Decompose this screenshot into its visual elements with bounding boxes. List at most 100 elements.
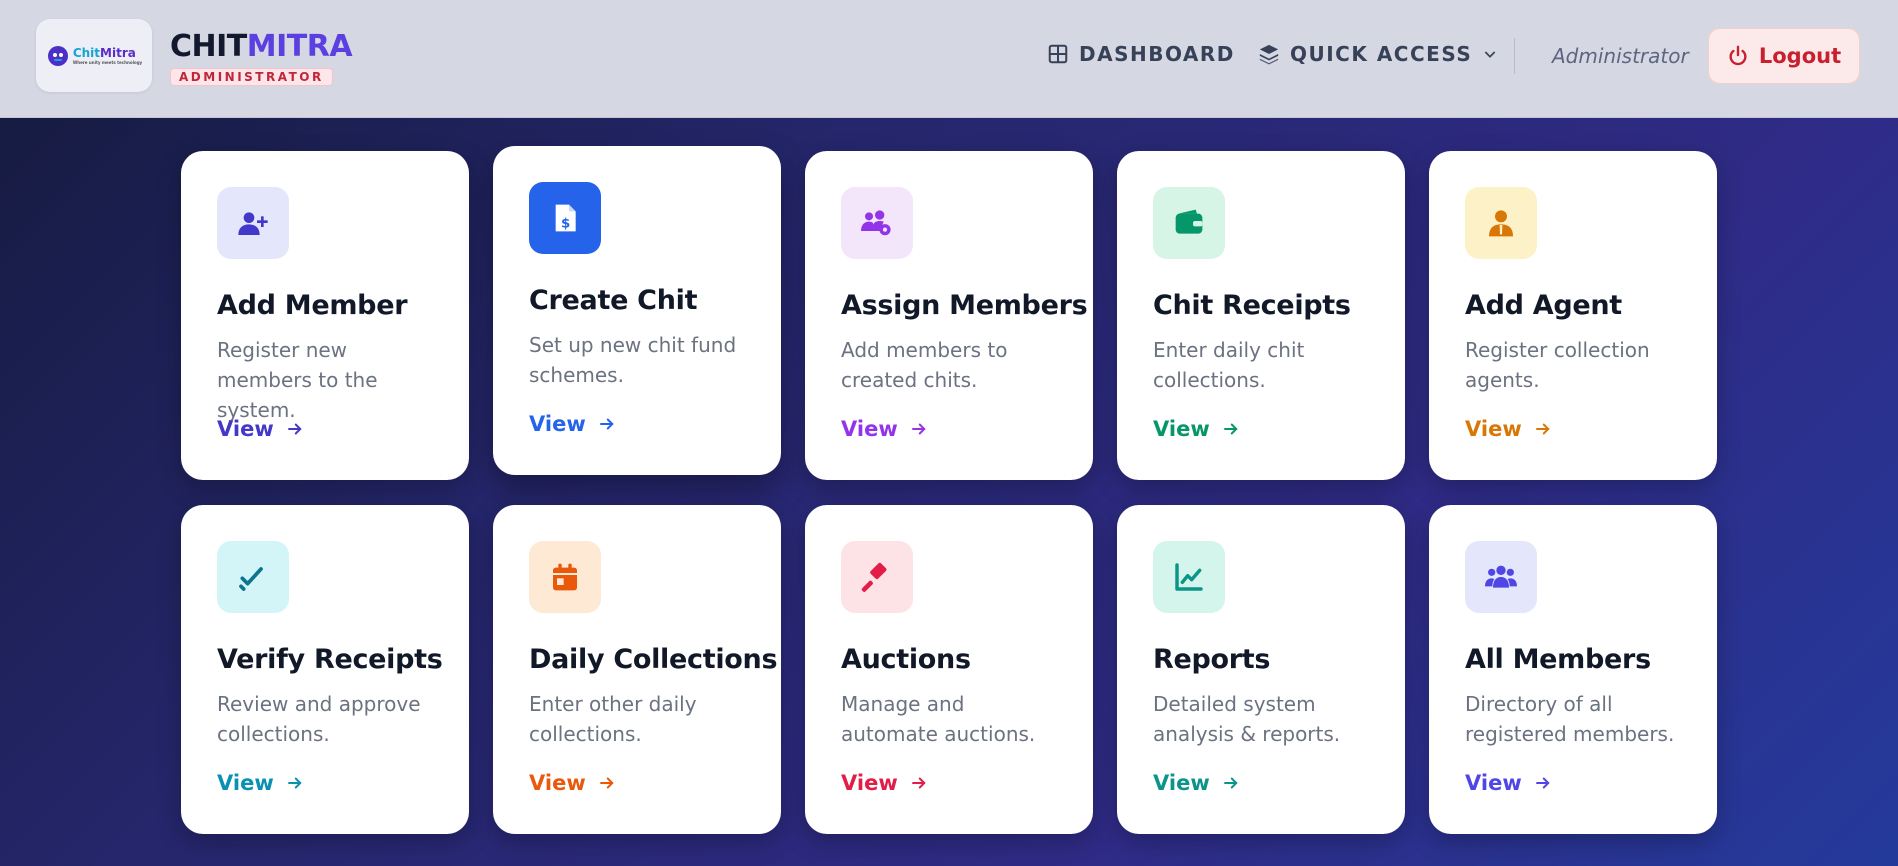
chevron-down-icon <box>1484 51 1496 58</box>
card-view-link[interactable]: View <box>1153 417 1240 441</box>
card-view-link[interactable]: View <box>1465 417 1552 441</box>
card-icon-box: $ <box>529 182 601 254</box>
card-reports[interactable]: Reports Detailed system analysis & repor… <box>1117 505 1405 834</box>
card-all-members[interactable]: All Members Directory of all registered … <box>1429 505 1717 834</box>
nav-quick-access[interactable]: QUICK ACCESS <box>1258 42 1498 66</box>
line-chart-icon <box>1175 563 1203 591</box>
logout-button[interactable]: Logout <box>1708 28 1860 84</box>
brand-name: CHITMITRA <box>170 29 353 64</box>
top-navbar: ChitMitra Where unity meets technology C… <box>0 0 1898 118</box>
card-title: Assign Members <box>841 290 1088 321</box>
card-icon-box <box>1465 187 1537 259</box>
view-label: View <box>1465 417 1522 441</box>
app-logo[interactable]: ChitMitra Where unity meets technology <box>36 19 152 92</box>
card-title: Chit Receipts <box>1153 290 1351 321</box>
power-icon <box>1729 45 1747 66</box>
arrow-right-icon <box>1223 777 1238 789</box>
card-description: Review and approve collections. <box>217 692 421 746</box>
card-view-link[interactable]: View <box>841 417 928 441</box>
calendar-icon <box>553 563 577 591</box>
users-icon <box>1485 565 1517 588</box>
logo-mascot-icon <box>47 45 68 66</box>
card-description: Manage and automate auctions. <box>841 692 1036 746</box>
card-view-link[interactable]: View <box>1465 771 1552 795</box>
card-daily-collections[interactable]: Daily Collections Enter other daily coll… <box>493 505 781 834</box>
role-badge: ADMINISTRATOR <box>170 68 333 86</box>
card-view-link[interactable]: View <box>1153 771 1240 795</box>
view-label: View <box>529 412 586 436</box>
view-label: View <box>1153 417 1210 441</box>
card-view-link[interactable]: View <box>217 417 304 441</box>
arrow-right-icon <box>1223 423 1238 435</box>
users-cog-icon <box>861 210 891 236</box>
card-view-link[interactable]: View <box>529 412 616 436</box>
card-title: Add Agent <box>1465 290 1622 321</box>
card-create-chit[interactable]: $ Create Chit Set up new chit fund schem… <box>493 146 781 475</box>
card-view-link[interactable]: View <box>841 771 928 795</box>
dashboard-grid-icon <box>1048 44 1068 64</box>
card-verify-receipts[interactable]: Verify Receipts Review and approve colle… <box>181 505 469 834</box>
card-title: Verify Receipts <box>217 644 443 675</box>
brand: CHITMITRA ADMINISTRATOR <box>170 29 353 86</box>
card-description: Detailed system analysis & reports. <box>1153 692 1341 746</box>
card-view-link[interactable]: View <box>529 771 616 795</box>
user-name: Administrator <box>1552 44 1689 68</box>
user-plus-icon <box>238 212 268 235</box>
arrow-right-icon <box>911 423 926 435</box>
card-icon-box <box>529 541 601 613</box>
brand-name-part2: MITRA <box>246 29 353 64</box>
view-label: View <box>841 771 898 795</box>
nav-dashboard[interactable]: DASHBOARD <box>1047 42 1235 66</box>
wallet-icon <box>1175 209 1203 234</box>
agent-icon <box>1489 210 1513 237</box>
card-description: Directory of all registered members. <box>1465 692 1675 746</box>
card-title: Daily Collections <box>529 644 778 675</box>
card-description: Set up new chit fund schemes. <box>529 333 737 387</box>
card-title: Add Member <box>217 290 408 321</box>
card-view-link[interactable]: View <box>217 771 304 795</box>
card-icon-box <box>841 541 913 613</box>
card-description: Register collection agents. <box>1465 338 1650 392</box>
card-icon-box <box>1153 541 1225 613</box>
view-label: View <box>1465 771 1522 795</box>
double-check-icon <box>239 567 263 591</box>
arrow-right-icon <box>599 777 614 789</box>
brand-name-part1: CHIT <box>170 29 247 64</box>
arrow-right-icon <box>911 777 926 789</box>
logo-text-part1: Chit <box>72 46 101 60</box>
logo-text-part2: Mitra <box>100 46 136 60</box>
card-add-member[interactable]: Add Member Register new members to the s… <box>181 151 469 480</box>
view-label: View <box>217 771 274 795</box>
logout-label: Logout <box>1758 44 1842 68</box>
card-icon-box <box>1153 187 1225 259</box>
card-description: Register new members to the system. <box>217 338 378 422</box>
arrow-right-icon <box>287 423 302 435</box>
view-label: View <box>217 417 274 441</box>
view-label: View <box>841 417 898 441</box>
card-add-agent[interactable]: Add Agent Register collection agents. Vi… <box>1429 151 1717 480</box>
nav-dashboard-label: DASHBOARD <box>1079 42 1235 66</box>
arrow-right-icon <box>1535 777 1550 789</box>
view-label: View <box>1153 771 1210 795</box>
card-icon-box <box>217 187 289 259</box>
logo-tagline: Where unity meets technology <box>72 60 143 65</box>
arrow-right-icon <box>287 777 302 789</box>
card-title: Auctions <box>841 644 971 675</box>
card-title: Reports <box>1153 644 1271 675</box>
card-description: Enter daily chit collections. <box>1153 338 1305 392</box>
gavel-icon <box>861 562 887 592</box>
nav-divider <box>1514 38 1515 74</box>
card-title: All Members <box>1465 644 1651 675</box>
card-icon-box <box>1465 541 1537 613</box>
arrow-right-icon <box>599 418 614 430</box>
nav-quick-access-label: QUICK ACCESS <box>1290 42 1473 66</box>
card-chit-receipts[interactable]: Chit Receipts Enter daily chit collectio… <box>1117 151 1405 480</box>
card-icon-box <box>841 187 913 259</box>
arrow-right-icon <box>1535 423 1550 435</box>
svg-text:$: $ <box>561 216 570 231</box>
card-description: Enter other daily collections. <box>529 692 697 746</box>
view-label: View <box>529 771 586 795</box>
card-auctions[interactable]: Auctions Manage and automate auctions. V… <box>805 505 1093 834</box>
card-assign-members[interactable]: Assign Members Add members to created ch… <box>805 151 1093 480</box>
card-description: Add members to created chits. <box>841 338 1008 392</box>
